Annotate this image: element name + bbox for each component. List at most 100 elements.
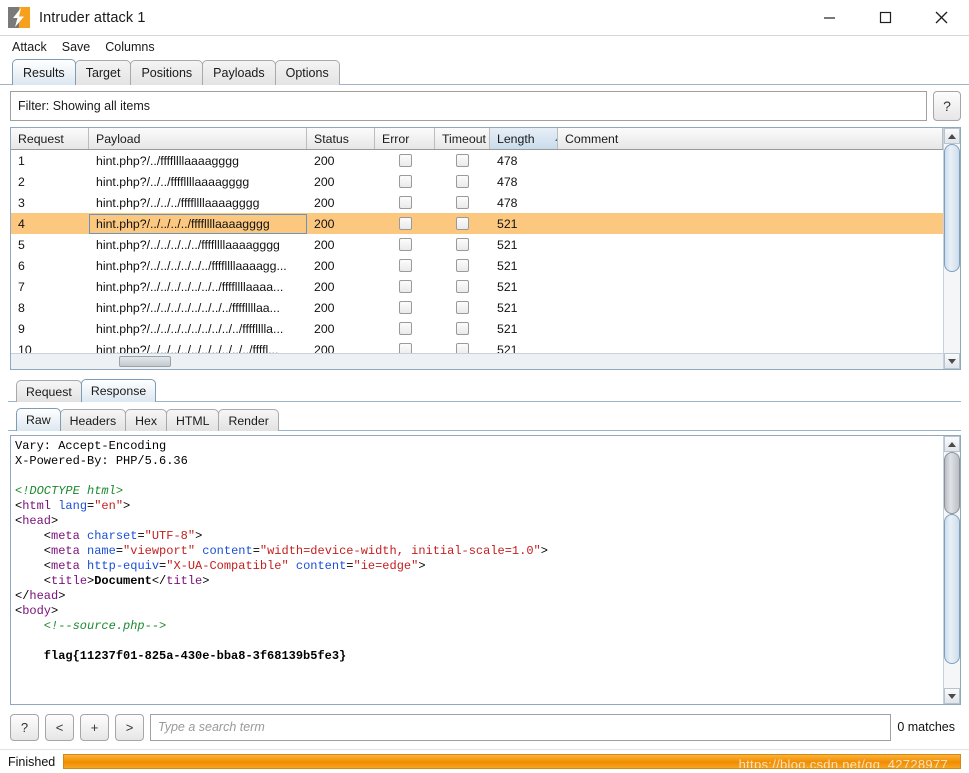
cell-status: 200: [314, 258, 335, 273]
error-checkbox-cell: [375, 213, 435, 234]
error-checkbox[interactable]: [398, 154, 412, 167]
timeout-checkbox-cell: [435, 255, 490, 276]
table-row[interactable]: 10 hint.php?/../../../../../../../../../.…: [11, 339, 943, 353]
error-checkbox[interactable]: [398, 175, 412, 188]
timeout-checkbox[interactable]: [456, 322, 469, 335]
status-bar: Finished https://blog.csdn.net/qq_427289…: [0, 749, 969, 773]
tab-response[interactable]: Response: [80, 379, 157, 402]
response-line: Vary: Accept-Encoding: [15, 439, 167, 453]
error-checkbox-cell: [375, 255, 435, 276]
response-body-text[interactable]: Vary: Accept-Encoding X-Powered-By: PHP/5…: [11, 436, 943, 704]
search-input[interactable]: Type a search term: [150, 713, 892, 741]
close-button[interactable]: [913, 0, 969, 35]
timeout-checkbox[interactable]: [456, 238, 469, 251]
response-vscroll-thumb-upper[interactable]: [944, 452, 960, 514]
window-controls: [801, 0, 969, 35]
filter-help-button[interactable]: ?: [933, 91, 961, 121]
table-row[interactable]: 5 hint.php?/../../../../../ffffllllaaaagg…: [11, 234, 943, 255]
column-header-comment[interactable]: Comment: [558, 128, 943, 149]
column-header-error[interactable]: Error: [375, 128, 435, 149]
menu-item-columns[interactable]: Columns: [103, 39, 156, 55]
maximize-button[interactable]: [857, 0, 913, 35]
tab-payloads[interactable]: Payloads: [202, 60, 276, 85]
column-header-timeout[interactable]: Timeout: [435, 128, 490, 149]
error-checkbox[interactable]: [398, 196, 412, 209]
column-header-payload[interactable]: Payload: [89, 128, 307, 149]
cell-request: 2: [18, 174, 25, 189]
response-vscroll-track[interactable]: [944, 452, 960, 688]
tab-raw[interactable]: Raw: [16, 408, 61, 431]
cell-length: 521: [497, 237, 518, 252]
column-header-length[interactable]: Length: [490, 128, 558, 149]
timeout-checkbox[interactable]: [456, 196, 469, 209]
cell-request: 9: [18, 321, 25, 336]
timeout-checkbox-cell: [435, 339, 490, 353]
response-scroll-down-arrow-icon[interactable]: [944, 688, 960, 704]
tab-request[interactable]: Request: [16, 380, 82, 402]
tab-results[interactable]: Results: [12, 59, 76, 85]
cell-status: 200: [314, 279, 335, 294]
timeout-checkbox[interactable]: [456, 280, 469, 293]
timeout-checkbox[interactable]: [456, 217, 469, 230]
timeout-checkbox[interactable]: [456, 259, 469, 272]
table-row[interactable]: 7 hint.php?/../../../../../../../ffffllll…: [11, 276, 943, 297]
table-horizontal-scrollbar[interactable]: [11, 353, 943, 369]
table-row[interactable]: 6 hint.php?/../../../../../../ffffllllaaa…: [11, 255, 943, 276]
menu-item-attack[interactable]: Attack: [10, 39, 49, 55]
table-row[interactable]: 3 hint.php?/../../../ffffllllaaaagggg 200 4…: [11, 192, 943, 213]
tab-options[interactable]: Options: [274, 60, 340, 85]
error-checkbox-cell: [375, 297, 435, 318]
response-scroll-up-arrow-icon[interactable]: [944, 436, 960, 452]
table-row[interactable]: 8 hint.php?/../../../../../../../../ffffl…: [11, 297, 943, 318]
table-row[interactable]: 2 hint.php?/../../ffffllllaaaagggg 200 478: [11, 171, 943, 192]
tab-positions[interactable]: Positions: [130, 60, 204, 85]
status-label: Finished: [8, 754, 56, 769]
column-header-length-label: Length: [497, 131, 535, 146]
table-row[interactable]: 9 hint.php?/../../../../../../../../../ff…: [11, 318, 943, 339]
error-checkbox[interactable]: [398, 259, 412, 272]
search-next-button[interactable]: >: [115, 713, 144, 741]
menu-item-save[interactable]: Save: [60, 39, 93, 55]
tab-target[interactable]: Target: [74, 60, 132, 85]
cell-comment: [558, 318, 943, 339]
vscroll-track[interactable]: [944, 144, 960, 353]
cell-comment: [558, 192, 943, 213]
minimize-button[interactable]: [801, 0, 857, 35]
column-header-status[interactable]: Status: [307, 128, 375, 149]
tab-hex[interactable]: Hex: [125, 409, 167, 431]
tab-render[interactable]: Render: [218, 409, 279, 431]
table-row[interactable]: 4 hint.php?/../../../../ffffllllaaaagggg 2…: [11, 213, 943, 234]
timeout-checkbox-cell: [435, 234, 490, 255]
search-add-button[interactable]: +: [80, 713, 109, 741]
timeout-checkbox-cell: [435, 318, 490, 339]
table-row[interactable]: 1 hint.php?/../ffffllllaaaagggg 200 478: [11, 150, 943, 171]
response-vertical-scrollbar[interactable]: [943, 436, 960, 704]
error-checkbox-cell: [375, 150, 435, 171]
scroll-down-arrow-icon[interactable]: [944, 353, 960, 369]
error-checkbox[interactable]: [398, 217, 412, 230]
timeout-checkbox[interactable]: [456, 154, 469, 167]
error-checkbox[interactable]: [398, 280, 412, 293]
cell-length: 478: [497, 153, 518, 168]
filter-bar[interactable]: Filter: Showing all items: [10, 91, 927, 121]
error-checkbox[interactable]: [398, 343, 412, 353]
tab-headers[interactable]: Headers: [59, 409, 127, 431]
view-tab-strip: Raw Headers Hex HTML Render: [0, 406, 969, 431]
search-prev-button[interactable]: <: [45, 713, 74, 741]
scroll-up-arrow-icon[interactable]: [944, 128, 960, 144]
timeout-checkbox[interactable]: [456, 175, 469, 188]
hscroll-thumb[interactable]: [119, 356, 171, 367]
error-checkbox[interactable]: [398, 301, 412, 314]
error-checkbox[interactable]: [398, 238, 412, 251]
tab-html[interactable]: HTML: [165, 409, 220, 431]
column-header-request[interactable]: Request: [11, 128, 89, 149]
search-bar: ? < + > Type a search term 0 matches: [0, 705, 969, 749]
timeout-checkbox[interactable]: [456, 301, 469, 314]
table-vertical-scrollbar[interactable]: [943, 128, 960, 369]
cell-status: 200: [314, 300, 335, 315]
response-vscroll-thumb[interactable]: [944, 514, 960, 664]
error-checkbox[interactable]: [398, 322, 412, 335]
timeout-checkbox[interactable]: [456, 343, 469, 353]
vscroll-thumb[interactable]: [944, 144, 960, 272]
search-help-button[interactable]: ?: [10, 713, 39, 741]
